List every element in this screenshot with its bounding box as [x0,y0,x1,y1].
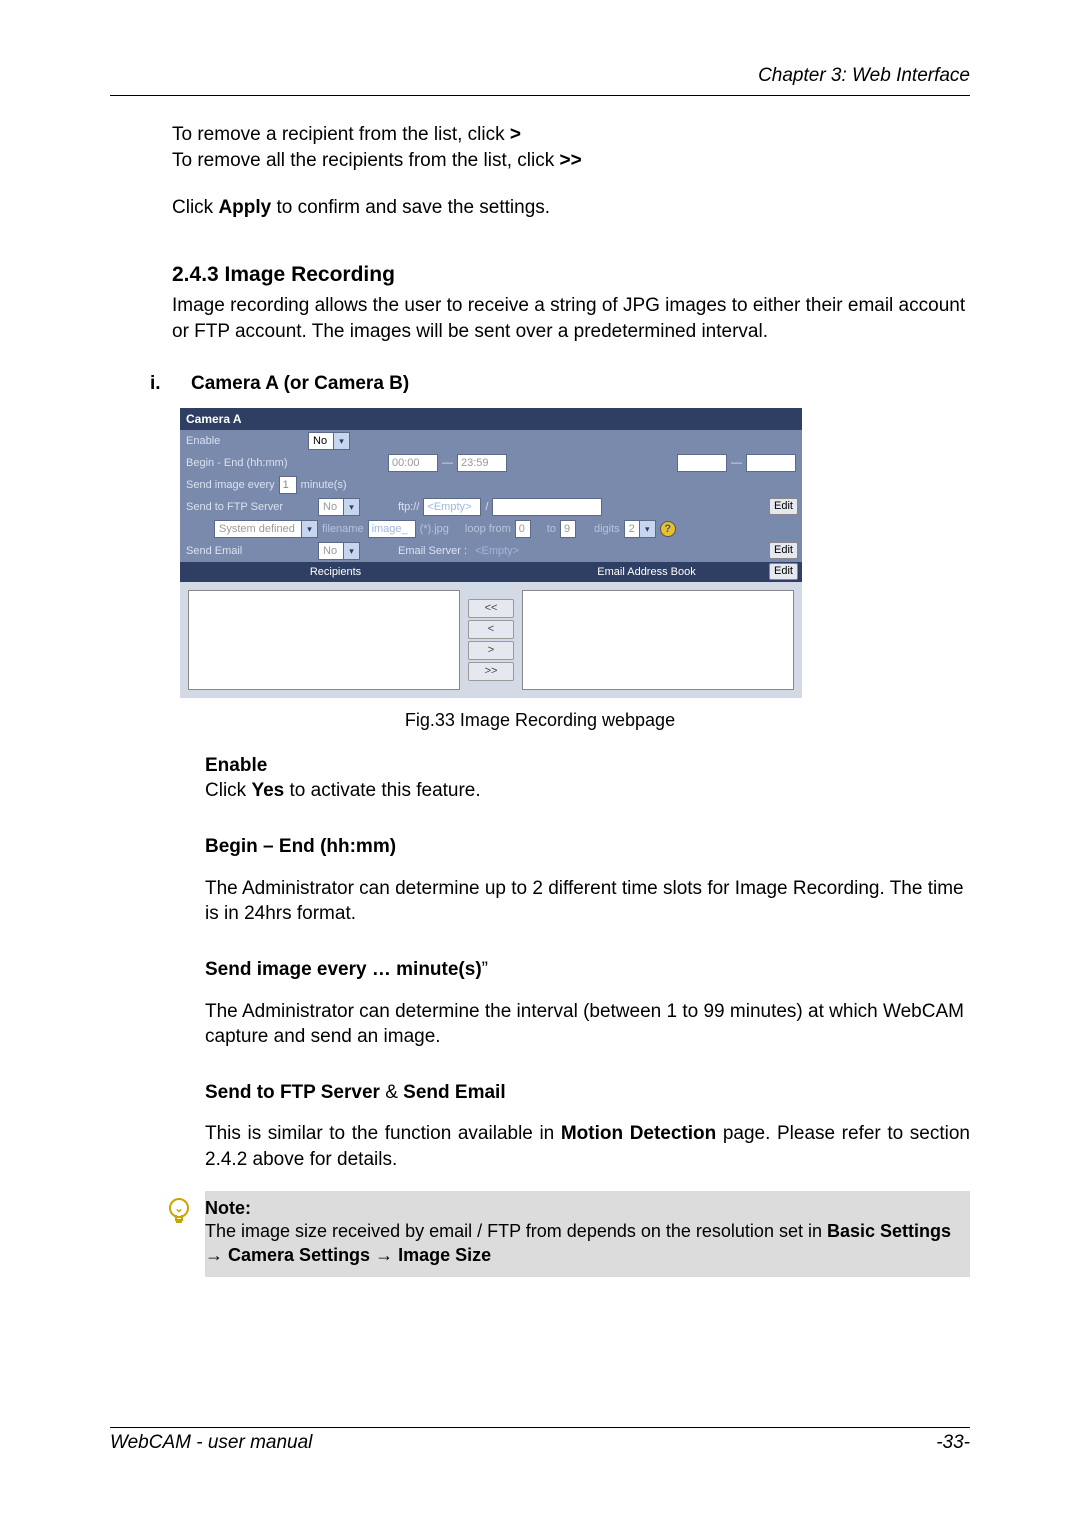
recipients-listbox[interactable] [188,590,460,690]
minutes-label: minute(s) [301,478,347,493]
digits-label: digits [594,522,620,537]
filename-input[interactable]: image_ [368,520,416,538]
email-server-value: <Empty> [475,544,519,559]
tip-icon: ⌄ [167,1197,193,1233]
begin-end-label: Begin - End (hh:mm) [186,456,304,471]
system-defined-select[interactable]: System defined ▾ [214,520,318,538]
chevron-down-icon: ▾ [343,499,359,515]
address-book-listbox[interactable] [522,590,794,690]
figure-caption: Fig.33 Image Recording webpage [110,708,970,732]
begin-time-2-input[interactable] [677,454,727,472]
move-right-button[interactable]: > [468,641,514,660]
note-text: Note: The image size received by email /… [205,1197,960,1267]
chapter-title: Chapter 3: Web Interface [758,65,970,87]
ftp-host-input[interactable]: <Empty> [423,498,481,516]
email-server-label: Email Server : [398,544,467,559]
interval-body: The Administrator can determine the inte… [205,999,970,1050]
ftp-email-body: This is similar to the function availabl… [205,1121,970,1172]
begin-end-body: The Administrator can determine up to 2 … [205,876,970,927]
ftp-edit-button[interactable]: Edit [769,498,798,515]
end-time-2-input[interactable] [746,454,796,472]
recipients-header: Recipients [180,565,491,580]
chevron-down-icon: ▾ [343,543,359,559]
move-all-right-button[interactable]: >> [468,662,514,681]
chevron-down-icon: ▾ [639,521,655,537]
loop-to-input[interactable]: 9 [560,520,576,538]
move-left-button[interactable]: < [468,620,514,639]
ftp-slash: / [485,500,488,515]
subsection-i-label: i. [150,371,165,397]
ext-label: (*).jpg [420,522,449,537]
ftp-enable-select[interactable]: No ▾ [318,498,360,516]
filename-label: filename [322,522,364,537]
intro-line-2: To remove all the recipients from the li… [172,148,970,174]
email-enable-select[interactable]: No ▾ [318,542,360,560]
header-rule [110,95,970,96]
help-icon[interactable]: ? [660,521,676,537]
loop-from-input[interactable]: 0 [515,520,531,538]
footer-left: WebCAM - user manual [110,1432,312,1454]
end-time-1-input[interactable]: 23:59 [457,454,507,472]
enable-select[interactable]: No ▾ [308,432,350,450]
subsection-i-title: Camera A (or Camera B) [191,371,409,397]
interval-input[interactable]: 1 [279,476,297,494]
loop-from-label: loop from [465,522,511,537]
intro-line-1: To remove a recipient from the list, cli… [172,122,970,148]
address-book-edit-button[interactable]: Edit [769,563,798,580]
address-book-header: Email Address Book [491,565,802,580]
intro-line-3: Click Apply to confirm and save the sett… [172,195,970,221]
enable-heading: Enable [205,753,970,779]
begin-end-heading: Begin – End (hh:mm) [205,834,970,860]
send-email-label: Send Email [186,544,304,559]
enable-body: Click Yes to activate this feature. [205,778,970,804]
chevron-down-icon: ▾ [333,433,349,449]
enable-label: Enable [186,434,304,449]
email-edit-button[interactable]: Edit [769,542,798,559]
send-to-ftp-label: Send to FTP Server [186,500,304,515]
footer-right: -33- [936,1432,970,1454]
ftp-prefix: ftp:// [398,500,419,515]
section-body: Image recording allows the user to recei… [172,293,970,344]
chevron-down-icon: ▾ [301,521,317,537]
ftp-email-heading: Send to FTP Server & Send Email [205,1080,970,1106]
loop-to-label: to [547,522,556,537]
camera-a-title: Camera A [180,408,802,430]
ftp-path-input[interactable] [492,498,602,516]
begin-time-1-input[interactable]: 00:00 [388,454,438,472]
digits-select[interactable]: 2 ▾ [624,520,656,538]
send-image-every-label: Send image every [186,478,275,493]
image-recording-screenshot: Camera A Enable No ▾ Begin - End (hh:mm)… [180,408,802,698]
move-all-left-button[interactable]: << [468,599,514,618]
section-heading: 2.4.3 Image Recording [172,261,970,289]
interval-heading: Send image every … minute(s)” [205,957,970,983]
svg-text:⌄: ⌄ [174,1203,183,1215]
